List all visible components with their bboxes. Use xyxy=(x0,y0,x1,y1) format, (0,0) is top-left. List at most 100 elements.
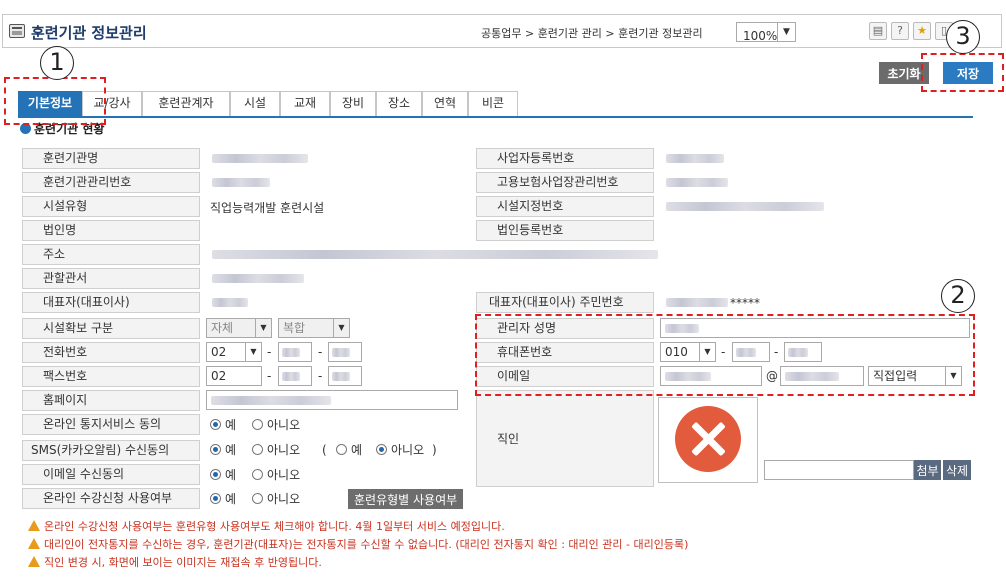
label-corporation-number: 법인등록번호 xyxy=(476,220,654,241)
dash: - xyxy=(318,369,323,383)
facility-secure-option-1: 자체 xyxy=(211,321,234,335)
radio-label: 예 xyxy=(225,443,237,457)
warning-icon xyxy=(28,556,40,567)
resident-number-mask: ***** xyxy=(730,296,760,310)
label-seal: 직인 xyxy=(476,390,654,487)
email-consent-no[interactable]: 아니오 xyxy=(252,465,300,485)
label-online-notice: 온라인 통지서비스 동의 xyxy=(22,414,200,435)
label-jurisdiction-office: 관할관서 xyxy=(22,268,200,289)
tab-history[interactable]: 연혁 xyxy=(422,91,468,116)
label-representative: 대표자(대표이사) xyxy=(22,292,200,313)
online-enroll-yes[interactable]: 예 xyxy=(210,489,236,509)
radio-label: 예 xyxy=(225,468,237,482)
radio-label: 예 xyxy=(225,418,237,432)
phone-last-input[interactable] xyxy=(328,342,362,362)
redacted-value xyxy=(666,202,824,211)
tab-training-staff[interactable]: 훈련관계자 xyxy=(142,91,230,116)
redacted-value xyxy=(211,396,331,405)
phone-area-select[interactable]: 02 ▼ xyxy=(206,342,262,362)
window-icon xyxy=(9,24,25,38)
chevron-down-icon: ▼ xyxy=(255,319,271,337)
dash: - xyxy=(318,345,323,359)
attach-button[interactable]: 첨부 xyxy=(914,460,941,480)
label-email-consent: 이메일 수신동의 xyxy=(22,464,200,485)
dash: - xyxy=(267,369,272,383)
notice-text: 대리인이 전자통지를 수신하는 경우, 훈련기관(대표자)는 전자통지를 수신할… xyxy=(44,538,689,551)
kakao-consent-yes[interactable]: 예 xyxy=(336,440,362,460)
label-corporation-name: 법인명 xyxy=(22,220,200,241)
tab-facilities[interactable]: 시설 xyxy=(230,91,280,116)
redacted-value xyxy=(332,372,350,381)
delete-button[interactable]: 삭제 xyxy=(943,460,971,480)
radio-checked xyxy=(210,419,221,430)
email-consent-yes[interactable]: 예 xyxy=(210,465,236,485)
tab-equipment[interactable]: 장비 xyxy=(330,91,376,116)
zoom-value: 100% xyxy=(743,29,778,43)
facility-type-value: 직업능력개발 훈련시설 xyxy=(210,201,325,215)
redacted-value xyxy=(212,298,248,307)
online-notice-no[interactable]: 아니오 xyxy=(252,415,300,435)
favorite-star-icon[interactable]: ★ xyxy=(913,22,931,40)
homepage-input[interactable] xyxy=(206,390,458,410)
warning-icon xyxy=(28,520,40,531)
sms-consent-yes[interactable]: 예 xyxy=(210,440,236,460)
notice-text: 직인 변경 시, 화면에 보이는 이미지는 재접속 후 반영됩니다. xyxy=(44,556,322,569)
radio-label: 아니오 xyxy=(267,443,301,457)
tab-locations[interactable]: 장소 xyxy=(376,91,422,116)
radio-label: 아니오 xyxy=(267,492,301,506)
radio-unchecked xyxy=(336,444,347,455)
radio-unchecked xyxy=(252,419,263,430)
page-title: 훈련기관 정보관리 xyxy=(31,24,147,42)
radio-label: 예 xyxy=(225,492,237,506)
radio-label: 아니오 xyxy=(267,468,301,482)
annotation-box-2 xyxy=(475,314,975,396)
online-notice-yes[interactable]: 예 xyxy=(210,415,236,435)
label-facility-type: 시설유형 xyxy=(22,196,200,217)
phone-middle-input[interactable] xyxy=(278,342,312,362)
label-homepage: 홈페이지 xyxy=(22,390,200,411)
label-business-number: 사업자등록번호 xyxy=(476,148,654,169)
redacted-value xyxy=(332,348,350,357)
radio-checked xyxy=(210,469,221,480)
redacted-value xyxy=(212,154,308,163)
label-phone: 전화번호 xyxy=(22,342,200,363)
sms-consent-no[interactable]: 아니오 xyxy=(252,440,300,460)
redacted-value xyxy=(212,250,658,259)
warning-icon xyxy=(28,538,40,549)
online-enroll-no[interactable]: 아니오 xyxy=(252,489,300,509)
dash: - xyxy=(267,345,272,359)
label-address: 주소 xyxy=(22,244,200,265)
tab-beacon[interactable]: 비콘 xyxy=(468,91,518,116)
tab-textbooks[interactable]: 교재 xyxy=(280,91,330,116)
redacted-value xyxy=(282,348,300,357)
label-institution-name: 훈련기관명 xyxy=(22,148,200,169)
chevron-down-icon: ▼ xyxy=(245,343,261,361)
label-facility-designation: 시설지정번호 xyxy=(476,196,654,217)
phone-prefix: 02 xyxy=(211,345,227,359)
facility-secure-option-2: 복합 xyxy=(283,321,306,335)
facility-secure-select-1[interactable]: 자체 ▼ xyxy=(206,318,272,338)
training-type-usage-button[interactable]: 훈련유형별 사용여부 xyxy=(348,489,464,509)
notice-item: 대리인이 전자통지를 수신하는 경우, 훈련기관(대표자)는 전자통지를 수신할… xyxy=(28,536,688,554)
facility-secure-select-2[interactable]: 복합 ▼ xyxy=(278,318,350,338)
redacted-value xyxy=(282,372,300,381)
fax-prefix-input[interactable]: 02 xyxy=(206,366,262,386)
annotation-number-3: 3 xyxy=(946,20,980,54)
print-icon[interactable]: ▤ xyxy=(869,22,887,40)
zoom-select[interactable]: 100% ▼ xyxy=(736,22,796,43)
help-icon[interactable]: ? xyxy=(891,22,909,40)
fax-last-input[interactable] xyxy=(328,366,362,386)
radio-label: 예 xyxy=(351,443,363,457)
radio-unchecked xyxy=(252,444,263,455)
label-facility-secure: 시설확보 구분 xyxy=(22,318,200,339)
radio-unchecked xyxy=(252,469,263,480)
seal-image xyxy=(658,397,758,483)
redacted-value xyxy=(666,298,728,307)
radio-checked xyxy=(210,444,221,455)
kakao-consent-no[interactable]: 아니오 xyxy=(376,440,424,460)
label-online-enroll: 온라인 수강신청 사용여부 xyxy=(22,488,200,509)
annotation-box-1 xyxy=(4,77,106,125)
seal-file-input[interactable] xyxy=(764,460,914,480)
fax-middle-input[interactable] xyxy=(278,366,312,386)
label-institution-number: 훈련기관관리번호 xyxy=(22,172,200,193)
